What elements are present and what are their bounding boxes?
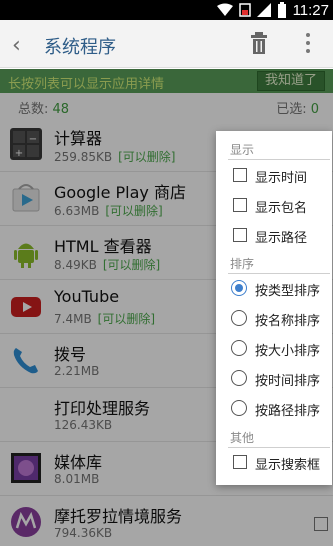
radio-button[interactable] bbox=[231, 400, 247, 416]
back-icon[interactable]: ‹ bbox=[12, 33, 21, 58]
checkbox[interactable] bbox=[233, 455, 247, 469]
option-show-time[interactable]: 显示时间 bbox=[216, 161, 332, 189]
overflow-menu-icon[interactable] bbox=[305, 33, 311, 55]
option-label: 按路径排序 bbox=[255, 404, 321, 419]
radio-button[interactable] bbox=[231, 280, 247, 296]
checkbox[interactable] bbox=[233, 168, 247, 182]
divider bbox=[228, 159, 330, 160]
notification-icon bbox=[238, 3, 251, 17]
option-sort-path[interactable]: 按路径排序 bbox=[216, 394, 332, 422]
status-icons: 11:27 bbox=[216, 0, 333, 20]
option-sort-name[interactable]: 按名称排序 bbox=[216, 304, 332, 332]
checkbox[interactable] bbox=[233, 198, 247, 212]
section-display-title: 显示 bbox=[230, 143, 255, 157]
option-label: 显示搜索框 bbox=[255, 458, 321, 473]
clock: 11:27 bbox=[292, 1, 329, 19]
wifi-icon bbox=[216, 3, 233, 16]
option-label: 按名称排序 bbox=[255, 314, 321, 329]
option-show-package[interactable]: 显示包名 bbox=[216, 191, 332, 219]
option-label: 按大小排序 bbox=[255, 344, 321, 359]
section-sort-title: 排序 bbox=[230, 257, 255, 271]
option-label: 显示时间 bbox=[255, 171, 308, 186]
option-label: 显示路径 bbox=[255, 231, 308, 246]
option-sort-size[interactable]: 按大小排序 bbox=[216, 334, 332, 362]
section-other-title: 其他 bbox=[230, 431, 255, 445]
app-bar: ‹ 系统程序 bbox=[0, 20, 333, 68]
trash-icon[interactable] bbox=[250, 32, 268, 54]
page-title: 系统程序 bbox=[44, 37, 116, 58]
option-show-path[interactable]: 显示路径 bbox=[216, 221, 332, 249]
option-sort-time[interactable]: 按时间排序 bbox=[216, 364, 332, 392]
option-show-search[interactable]: 显示搜索框 bbox=[216, 448, 332, 476]
signal-icon bbox=[256, 3, 271, 17]
radio-button[interactable] bbox=[231, 340, 247, 356]
status-bar: 11:27 bbox=[0, 0, 333, 20]
radio-button[interactable] bbox=[231, 370, 247, 386]
option-label: 显示包名 bbox=[255, 201, 308, 216]
option-sort-type[interactable]: 按类型排序 bbox=[216, 274, 332, 302]
radio-button[interactable] bbox=[231, 310, 247, 326]
options-popup: 显示 显示时间 显示包名 显示路径 排序 按类型排序 按名称排序 按大小排序 按… bbox=[216, 131, 332, 485]
option-label: 按时间排序 bbox=[255, 374, 321, 389]
battery-icon bbox=[277, 2, 286, 18]
option-label: 按类型排序 bbox=[255, 284, 321, 299]
checkbox[interactable] bbox=[233, 228, 247, 242]
